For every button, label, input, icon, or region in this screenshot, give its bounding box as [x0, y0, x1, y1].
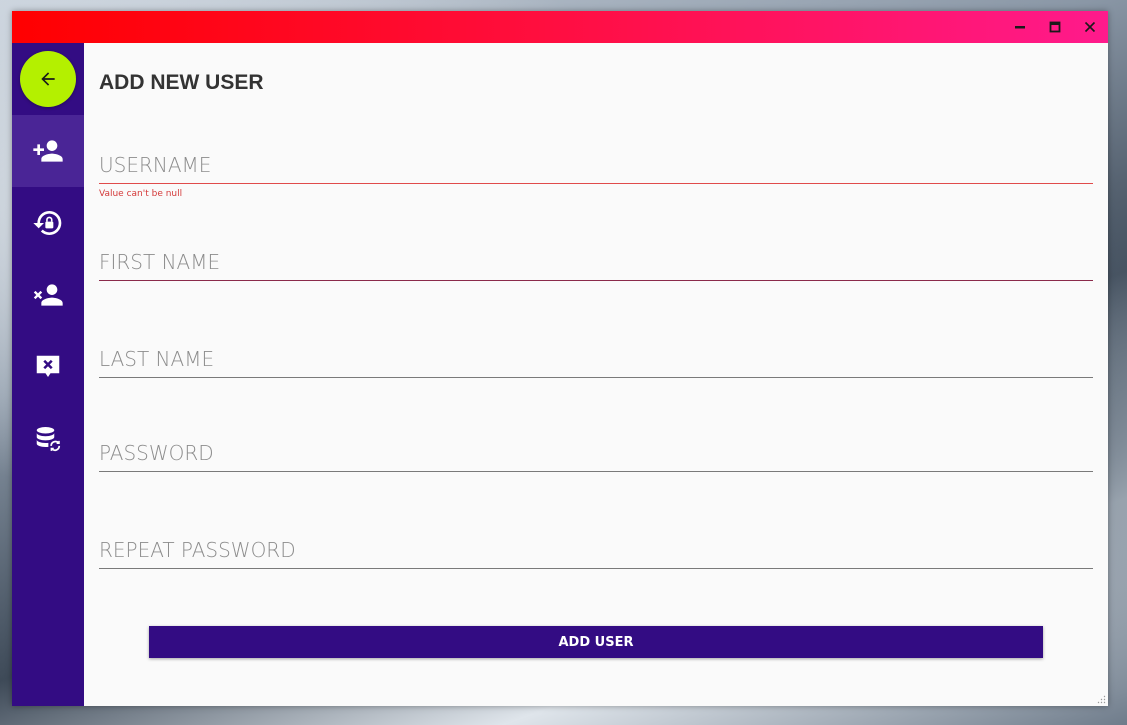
back-button[interactable]: [20, 51, 76, 107]
message-delete-icon: [36, 355, 60, 377]
sidebar-item-delete-message[interactable]: [12, 331, 84, 403]
sidebar-item-reset-password[interactable]: [12, 187, 84, 259]
password-input[interactable]: [99, 437, 1093, 469]
repeat-password-input[interactable]: [99, 534, 1093, 566]
sidebar-item-add-user[interactable]: [12, 115, 84, 187]
add-user-icon: [33, 140, 63, 162]
page-title: ADD NEW USER: [99, 71, 264, 94]
add-user-button[interactable]: ADD USER: [149, 626, 1043, 658]
title-bar[interactable]: [12, 11, 1108, 43]
close-icon[interactable]: [1075, 15, 1105, 39]
maximize-icon[interactable]: [1040, 15, 1070, 39]
password-field[interactable]: [99, 432, 1093, 472]
remove-user-icon: [33, 284, 63, 306]
sidebar-item-database-sync[interactable]: [12, 403, 84, 475]
last-name-field[interactable]: [99, 338, 1093, 378]
first-name-input[interactable]: [99, 246, 1093, 278]
username-input[interactable]: [99, 149, 1093, 181]
username-error-text: Value can't be null: [99, 189, 183, 199]
sidebar-item-remove-user[interactable]: [12, 259, 84, 331]
last-name-input[interactable]: [99, 343, 1093, 375]
reset-lock-icon: [33, 211, 62, 236]
main-content: ADD NEW USER Value can't be null ADD USE…: [84, 43, 1108, 706]
first-name-field[interactable]: [99, 241, 1093, 281]
minimize-icon[interactable]: [1005, 15, 1035, 39]
username-field[interactable]: [99, 144, 1093, 184]
sidebar: [12, 43, 84, 706]
repeat-password-field[interactable]: [99, 529, 1093, 569]
resize-grip-icon[interactable]: [1096, 694, 1106, 704]
arrow-left-icon: [41, 72, 55, 86]
app-window: ADD NEW USER Value can't be null ADD USE…: [12, 11, 1108, 706]
database-sync-icon: [36, 427, 61, 452]
